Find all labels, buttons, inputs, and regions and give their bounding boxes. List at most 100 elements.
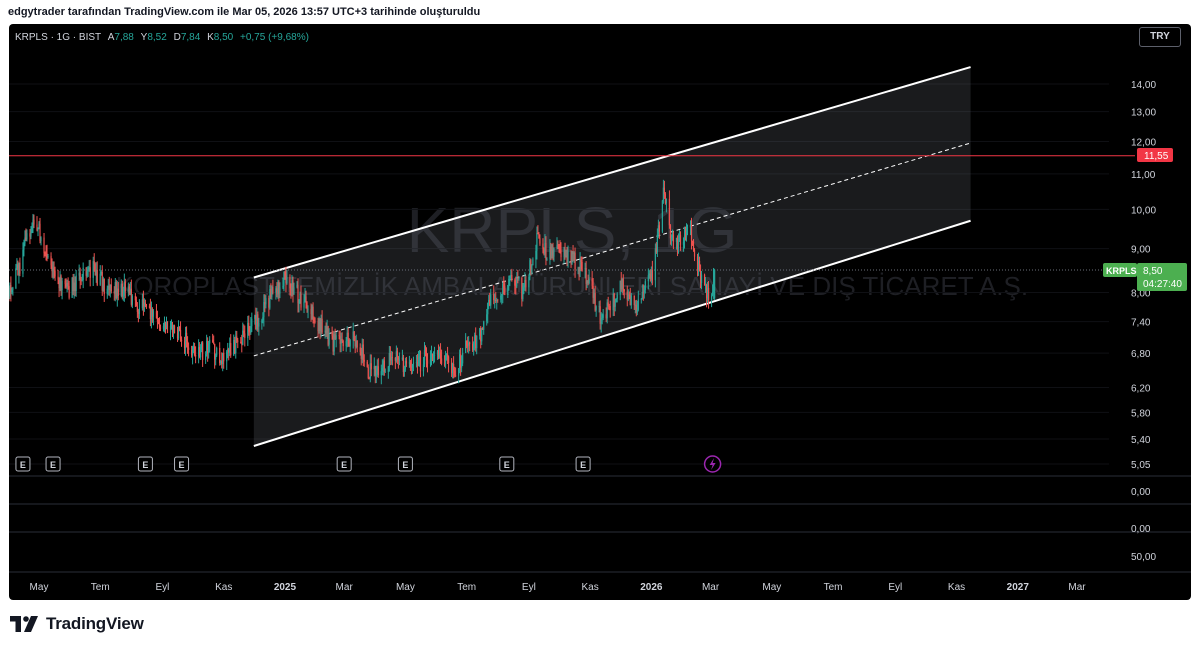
lightning-icon[interactable] (703, 455, 722, 473)
candle-body (53, 267, 55, 271)
candle-body (144, 302, 147, 305)
candle-body (212, 339, 214, 343)
candle-body (647, 275, 649, 282)
earnings-marker-icon[interactable]: E (336, 456, 352, 472)
candle-body (458, 368, 460, 376)
candle-body (75, 275, 77, 292)
price-chart[interactable]: KRPLS, 1G KOROPLAST TEMİZLİK AMBALAJ ÜRÜ… (9, 24, 1191, 600)
x-tick-label: Tem (457, 582, 476, 593)
candle-body (425, 352, 428, 361)
candle-body (223, 352, 225, 362)
open-value: 7,88 (114, 32, 134, 43)
candle-body (328, 332, 330, 345)
candle-body (31, 227, 33, 233)
level-badge: 11,55 (1144, 151, 1169, 162)
candle-body (282, 286, 284, 288)
candle-body (668, 198, 671, 226)
candle-body (99, 273, 101, 285)
candle-body (286, 276, 288, 284)
earnings-marker-icon[interactable]: E (499, 456, 515, 472)
x-tick-label: Eyl (522, 582, 536, 593)
low-value: 7,84 (180, 32, 201, 43)
candle-body (363, 359, 365, 362)
candle-body (272, 287, 274, 293)
candle-body (538, 233, 540, 239)
candle-body (661, 200, 664, 232)
candle-body (209, 339, 211, 344)
candle-body (156, 318, 159, 322)
chart-frame[interactable]: KRPLS, 1G KOROPLAST TEMİZLİK AMBALAJ ÜRÜ… (9, 24, 1191, 600)
earnings-marker-icon[interactable]: E (397, 456, 413, 472)
candle-body (193, 346, 196, 356)
candle-body (403, 368, 406, 373)
candle-body (417, 359, 420, 366)
candle-body (508, 278, 510, 286)
candle-body (377, 366, 379, 376)
candle-body (591, 278, 593, 286)
earnings-marker-label: E (341, 460, 347, 470)
candle-body (37, 228, 39, 231)
candle-body (265, 298, 267, 305)
candle-body (546, 258, 548, 260)
candle-body (230, 343, 232, 356)
earnings-marker-icon[interactable]: E (174, 456, 190, 472)
candle-body (312, 306, 314, 320)
pane-2-value: 0,00 (1131, 524, 1151, 535)
y-tick-label: 6,20 (1131, 384, 1151, 395)
candle-body (145, 304, 148, 307)
x-tick-label: Kas (582, 582, 599, 593)
candle-body (349, 340, 351, 347)
candle-body (178, 326, 181, 330)
candle-body (313, 319, 315, 321)
candle-body (215, 355, 217, 360)
earnings-marker-icon[interactable]: E (575, 456, 591, 472)
candle-body (23, 243, 25, 250)
candle-body (523, 285, 525, 288)
earnings-marker-icon[interactable]: E (137, 456, 153, 472)
symbol-legend[interactable]: KRPLS · 1G · BIST A7,88 Y8,52 D7,84 K8,5… (15, 32, 309, 43)
candle-body (341, 339, 343, 341)
candle-body (347, 332, 349, 339)
candle-body (707, 287, 710, 301)
time-axis[interactable]: May Tem Eyl Kas 2025 Mar May Tem Eyl Kas 2026 Mar Ma… (30, 582, 1087, 593)
candle-body (539, 238, 541, 244)
candle-body (370, 363, 372, 370)
tradingview-logo-icon (10, 616, 40, 632)
candle-body (356, 340, 358, 348)
candle-body (452, 363, 455, 371)
candle-body (166, 321, 169, 333)
candle-body (483, 321, 485, 330)
candle-body (67, 282, 69, 287)
candle-body (504, 288, 506, 296)
candle-body (303, 301, 305, 308)
currency-button[interactable]: TRY (1139, 27, 1181, 47)
earnings-marker-icon[interactable]: E (45, 456, 61, 472)
x-tick-label: May (762, 582, 781, 593)
candle-body (331, 332, 333, 336)
candle-body (656, 234, 658, 253)
earnings-marker-icon[interactable]: E (15, 456, 31, 472)
candle-body (248, 322, 250, 332)
candle-body (321, 318, 323, 333)
candle-body (289, 276, 291, 289)
y-tick-label: 5,40 (1131, 435, 1151, 446)
candle-body (391, 357, 393, 359)
candle-body (411, 364, 414, 368)
candle-body (47, 256, 49, 257)
candle-body (293, 287, 295, 295)
x-tick-label: Mar (336, 582, 354, 593)
candle-body (487, 303, 489, 315)
candle-body (208, 343, 210, 353)
candle-body (263, 302, 265, 318)
y-tick-label: 14,00 (1131, 80, 1156, 91)
candle-body (703, 274, 706, 286)
candle-body (117, 288, 119, 297)
candle-body (677, 241, 680, 249)
candle-body (525, 279, 527, 288)
candle-body (279, 287, 281, 294)
close-label: K (207, 32, 214, 43)
candle-body (581, 262, 583, 270)
candle-body (545, 243, 547, 260)
candle-body (169, 325, 172, 333)
candle-body (537, 232, 539, 234)
